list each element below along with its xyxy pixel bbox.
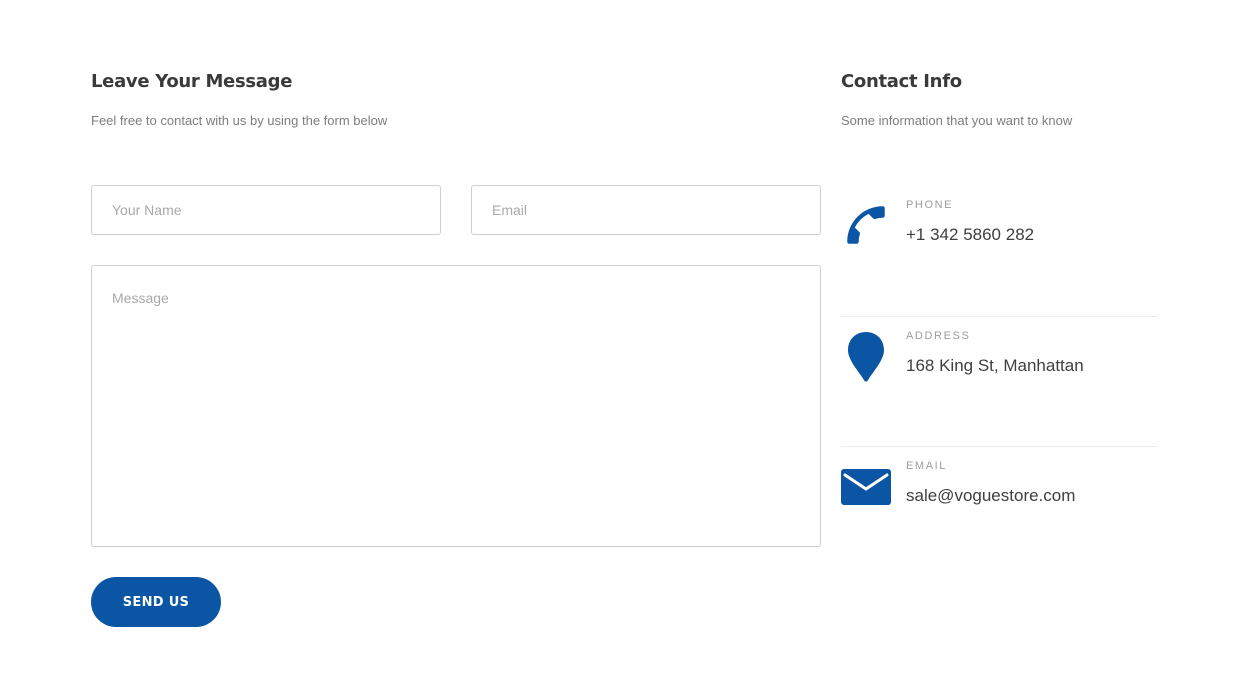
email-label: EMAIL [906, 460, 948, 472]
phone-icon [841, 198, 891, 250]
contact-subtitle: Some information that you want to know [841, 113, 1073, 128]
message-textarea[interactable] [91, 265, 821, 547]
form-subtitle: Feel free to contact with us by using th… [91, 113, 388, 128]
name-email-row [91, 185, 821, 235]
envelope-icon [841, 461, 891, 513]
email-input[interactable] [471, 185, 821, 235]
name-input[interactable] [91, 185, 441, 235]
map-pin-icon [841, 331, 891, 383]
phone-label: PHONE [906, 199, 954, 211]
phone-value: +1 342 5860 282 [906, 225, 1035, 244]
contact-info-section: Contact Info Some information that you w… [841, 70, 1157, 505]
address-label: ADDRESS [906, 330, 971, 342]
email-value: sale@voguestore.com [906, 486, 1076, 505]
contact-item-phone: PHONE +1 342 5860 282 [841, 186, 1157, 316]
form-title: Leave Your Message [91, 71, 293, 92]
contact-form-section: Leave Your Message Feel free to contact … [91, 70, 821, 627]
contact-item-email: EMAIL sale@voguestore.com [841, 446, 1157, 576]
contact-info-list: PHONE +1 342 5860 282 ADDRESS 168 King S… [841, 186, 1157, 576]
contact-title: Contact Info [841, 71, 962, 92]
address-value: 168 King St, Manhattan [906, 356, 1084, 375]
contact-item-address: ADDRESS 168 King St, Manhattan [841, 316, 1157, 446]
send-button[interactable]: SEND US [91, 577, 221, 627]
